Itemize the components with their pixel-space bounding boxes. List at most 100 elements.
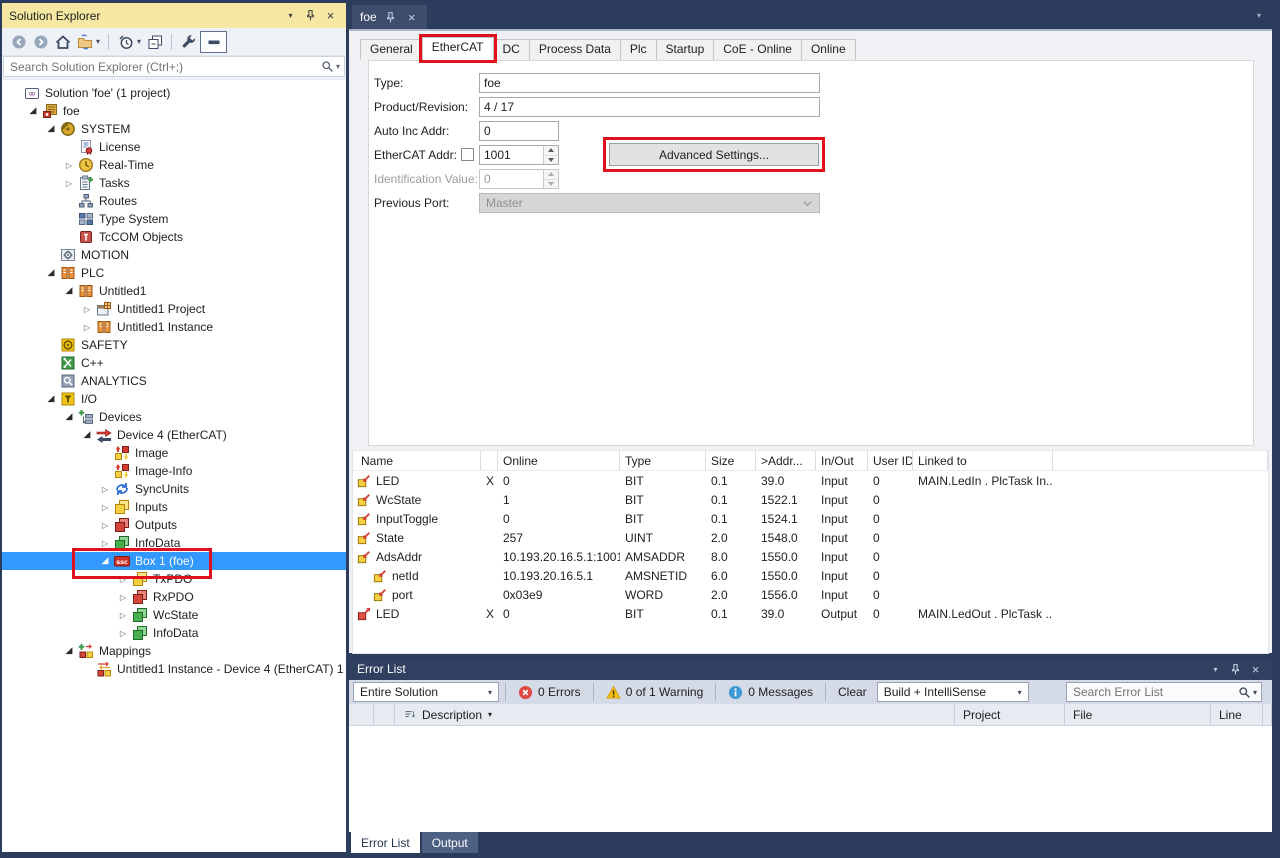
tree-item-system[interactable]: ◢SYSTEM xyxy=(2,120,346,138)
dialog-tab-online[interactable]: Online xyxy=(801,39,856,60)
tree-item-box-1-foe[interactable]: ◢sscBox 1 (foe) xyxy=(2,552,346,570)
expander-open-icon[interactable]: ◢ xyxy=(96,556,114,566)
expander-open-icon[interactable]: ◢ xyxy=(24,106,42,116)
spin-down-icon[interactable] xyxy=(544,155,558,165)
expander-closed-icon[interactable]: ▷ xyxy=(96,539,114,548)
tree-item-mappings[interactable]: ◢Mappings xyxy=(2,642,346,660)
tab-list-chevron-icon[interactable]: ▾ xyxy=(1257,11,1261,20)
collapse-all-button[interactable] xyxy=(144,31,165,53)
close-icon[interactable]: × xyxy=(405,9,419,26)
expander-open-icon[interactable]: ◢ xyxy=(60,412,78,422)
column-header-project[interactable]: Project xyxy=(955,704,1065,725)
column-header-addr[interactable]: >Addr... xyxy=(756,451,816,470)
search-icon[interactable] xyxy=(1238,686,1251,699)
tree-item-wcstate[interactable]: ▷WcState xyxy=(2,606,346,624)
expander-closed-icon[interactable]: ▷ xyxy=(114,629,132,638)
expander-closed-icon[interactable]: ▷ xyxy=(114,593,132,602)
close-icon[interactable]: × xyxy=(1247,661,1264,678)
expander-closed-icon[interactable]: ▷ xyxy=(96,485,114,494)
expander-closed-icon[interactable]: ▷ xyxy=(78,323,96,332)
preview-selected-items-button[interactable] xyxy=(200,31,227,53)
table-row-input-port[interactable]: port0x03e9WORD2.01556.0Input0 xyxy=(353,585,1268,604)
pin-icon[interactable] xyxy=(1227,661,1244,678)
tree-item-image[interactable]: Image xyxy=(2,444,346,462)
expander-closed-icon[interactable]: ▷ xyxy=(78,305,96,314)
tree-item-untitled1[interactable]: ◢Untitled1 xyxy=(2,282,346,300)
chevron-down-icon[interactable]: ▾ xyxy=(96,37,100,46)
column-header-icon[interactable] xyxy=(374,704,395,725)
expander-closed-icon[interactable]: ▷ xyxy=(114,575,132,584)
column-header-description[interactable]: Description▾ xyxy=(395,704,955,725)
table-row-input-led[interactable]: LEDX0BIT0.139.0Input0MAIN.LedIn . PlcTas… xyxy=(353,471,1268,490)
errors-filter-button[interactable]: 0 Errors xyxy=(512,682,587,702)
advanced-settings-button[interactable]: Advanced Settings... xyxy=(609,143,819,166)
search-icon[interactable] xyxy=(321,60,334,73)
tree-item-device-4-ethercat[interactable]: ◢Device 4 (EtherCAT) xyxy=(2,426,346,444)
tree-item-syncunits[interactable]: ▷SyncUnits xyxy=(2,480,346,498)
tree-item-inputs[interactable]: ▷Inputs xyxy=(2,498,346,516)
tree-item-type-system[interactable]: Type System xyxy=(2,210,346,228)
chevron-down-icon[interactable]: ▾ xyxy=(137,37,141,46)
tree-item-safety[interactable]: SAFETY xyxy=(2,336,346,354)
table-row-input-state[interactable]: State257UINT2.01548.0Input0 xyxy=(353,528,1268,547)
column-header-file[interactable]: File xyxy=(1065,704,1211,725)
expander-open-icon[interactable]: ◢ xyxy=(60,286,78,296)
warnings-filter-button[interactable]: 0 of 1 Warning xyxy=(600,682,710,702)
table-row-output-led[interactable]: LEDX0BIT0.139.0Output0MAIN.LedOut . PlcT… xyxy=(353,604,1268,623)
tree-item-c[interactable]: C++ xyxy=(2,354,346,372)
tree-item-untitled1-project[interactable]: ▷Untitled1 Project xyxy=(2,300,346,318)
tree-item-license[interactable]: License xyxy=(2,138,346,156)
search-input[interactable] xyxy=(10,60,321,74)
document-tab-foe[interactable]: foe × xyxy=(352,5,427,29)
expander-closed-icon[interactable]: ▷ xyxy=(96,503,114,512)
table-row-input-adsaddr[interactable]: AdsAddr10.193.20.16.5.1:1001AMSADDR8.015… xyxy=(353,547,1268,566)
expander-open-icon[interactable]: ◢ xyxy=(78,430,96,440)
column-header-type[interactable]: Type xyxy=(620,451,706,470)
clear-button[interactable]: Clear xyxy=(832,682,873,702)
product-revision-field[interactable]: 4 / 17 xyxy=(479,97,820,117)
tree-item-untitled1-instance[interactable]: ▷Untitled1 Instance xyxy=(2,318,346,336)
pin-icon[interactable] xyxy=(384,9,398,26)
home-button[interactable] xyxy=(52,31,73,53)
table-row-input-inputtoggle[interactable]: InputToggle0BIT0.11524.1Input0 xyxy=(353,509,1268,528)
search-options-chevron-icon[interactable]: ▾ xyxy=(336,62,340,71)
column-header-flag[interactable] xyxy=(481,451,498,470)
tree-item-infodata[interactable]: ▷InfoData xyxy=(2,624,346,642)
properties-button[interactable] xyxy=(178,31,199,53)
dialog-tab-plc[interactable]: Plc xyxy=(620,39,657,60)
tree-item-infodata[interactable]: ▷InfoData xyxy=(2,534,346,552)
ethercat-addr-checkbox[interactable] xyxy=(461,148,474,161)
tree-item-txpdo[interactable]: ▷TxPDO xyxy=(2,570,346,588)
column-header-name[interactable]: Name xyxy=(353,451,481,470)
tree-item-image-info[interactable]: Image-Info xyxy=(2,462,346,480)
dialog-tab-startup[interactable]: Startup xyxy=(656,39,715,60)
column-header-size[interactable]: Size xyxy=(706,451,756,470)
tree-item-tasks[interactable]: ▷Tasks xyxy=(2,174,346,192)
build-filter-dropdown[interactable]: Build + IntelliSense▾ xyxy=(877,682,1029,702)
spin-up-icon[interactable] xyxy=(544,146,558,155)
tree-item-rxpdo[interactable]: ▷RxPDO xyxy=(2,588,346,606)
pin-icon[interactable] xyxy=(302,7,319,24)
type-field[interactable]: foe xyxy=(479,73,820,93)
tree-item-tccom-objects[interactable]: TcCOM Objects xyxy=(2,228,346,246)
tree-item-plc[interactable]: ◢PLC xyxy=(2,264,346,282)
expander-closed-icon[interactable]: ▷ xyxy=(60,161,78,170)
column-header-category[interactable] xyxy=(349,704,374,725)
dialog-tab-coe-online[interactable]: CoE - Online xyxy=(713,39,802,60)
dialog-tab-ethercat[interactable]: EtherCAT xyxy=(422,37,494,60)
tree-item-devices[interactable]: ◢Devices xyxy=(2,408,346,426)
tree-item-motion[interactable]: MOTION xyxy=(2,246,346,264)
messages-filter-button[interactable]: 0 Messages xyxy=(722,682,819,702)
expander-closed-icon[interactable]: ▷ xyxy=(96,521,114,530)
window-menu-chevron-icon[interactable]: ▾ xyxy=(282,7,299,24)
column-header-linked-to[interactable]: Linked to xyxy=(913,451,1053,470)
history-button[interactable] xyxy=(115,31,136,53)
expander-open-icon[interactable]: ◢ xyxy=(42,124,60,134)
column-header-line[interactable]: Line xyxy=(1211,704,1263,725)
bottom-tab-output[interactable]: Output xyxy=(422,832,478,853)
tree-item-untitled1-instance-device-4-ethercat-1[interactable]: Untitled1 Instance - Device 4 (EtherCAT)… xyxy=(2,660,346,678)
search-box[interactable]: ▾ xyxy=(3,56,345,77)
error-search-box[interactable]: ▾ xyxy=(1066,682,1262,702)
tree-item-routes[interactable]: Routes xyxy=(2,192,346,210)
tree-item-real-time[interactable]: ▷Real-Time xyxy=(2,156,346,174)
